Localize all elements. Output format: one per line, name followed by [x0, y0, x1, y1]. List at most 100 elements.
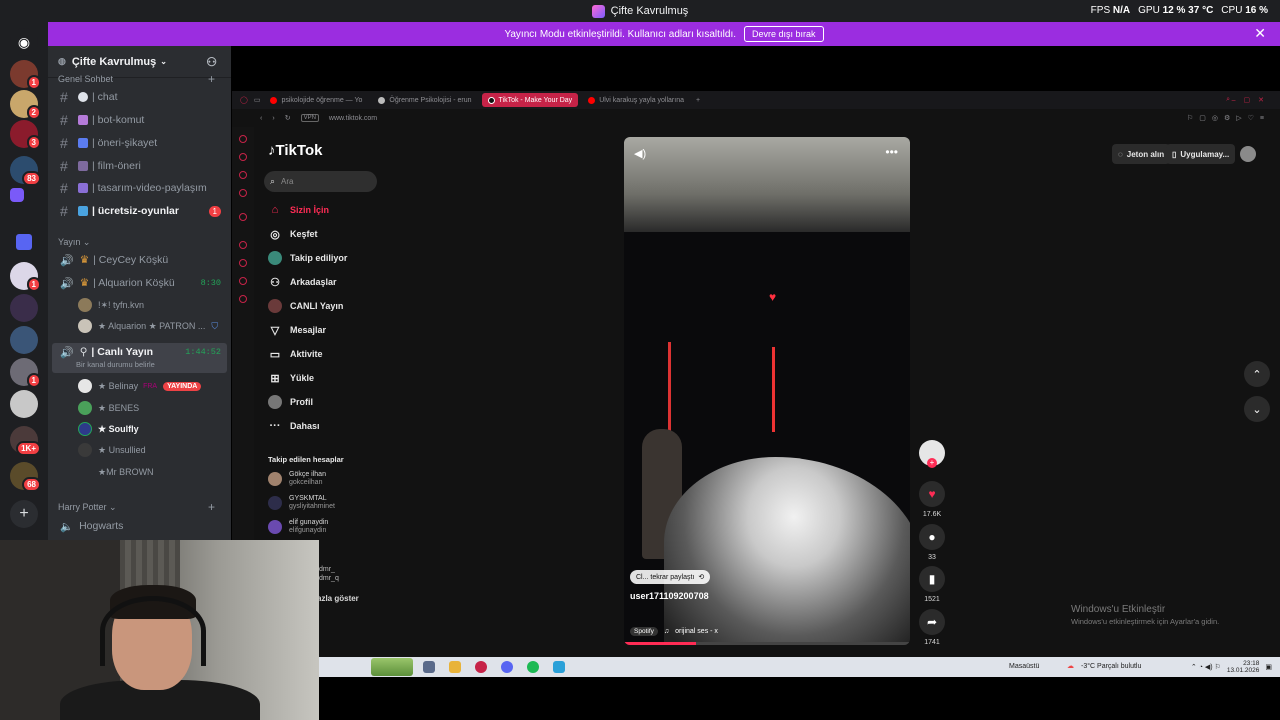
- nav-for-you[interactable]: ⌂ Sizin İçin: [268, 200, 329, 220]
- nav-more[interactable]: ··· Dahası: [268, 416, 320, 436]
- server-icon[interactable]: 3: [10, 120, 41, 150]
- browser-tab[interactable]: Ulvi karakuş yayla yollarına: [582, 93, 690, 107]
- channel-oneri-sikayet[interactable]: # | öneri-şikayet: [52, 133, 227, 153]
- following-account[interactable]: elif gunaydin elifgunaydin: [268, 516, 328, 538]
- more-options-icon[interactable]: •••: [885, 145, 898, 159]
- invite-icon[interactable]: ⚇: [206, 55, 217, 69]
- sidebar-app-icon[interactable]: [239, 277, 247, 285]
- taskbar-thumbnail[interactable]: [371, 658, 413, 676]
- video-author[interactable]: user171109200708: [630, 591, 709, 601]
- previous-video-button[interactable]: ⌃: [1244, 361, 1270, 387]
- server-icon[interactable]: 1: [10, 358, 41, 388]
- channel-status[interactable]: Bir kanal durumu belirle: [76, 360, 155, 369]
- account-name-partial[interactable]: dmr_: [319, 566, 335, 573]
- comment-button[interactable]: ● 33: [919, 524, 945, 561]
- add-channel-icon[interactable]: +: [208, 72, 215, 86]
- search-icon[interactable]: ⌕: [1226, 96, 1230, 104]
- nav-following[interactable]: Takip ediliyor: [268, 248, 347, 268]
- follow-plus-icon[interactable]: +: [927, 458, 937, 468]
- next-video-button[interactable]: ⌄: [1244, 396, 1270, 422]
- voice-channel-alquarion[interactable]: 🔊 ♛ | Alquarion Köşkü 8:30: [52, 273, 227, 293]
- tray-icons[interactable]: ⌃ ◔ ◀) ⚐: [1191, 663, 1221, 671]
- disable-streamer-mode-button[interactable]: Devre dışı bırak: [744, 26, 824, 42]
- channel-film-oneri[interactable]: # | film-öneri: [52, 156, 227, 176]
- voice-user[interactable]: ★ BENES: [78, 399, 139, 417]
- like-button[interactable]: ♥ 17.6K: [919, 481, 945, 518]
- voice-user[interactable]: ★ Alquarion ★ PATRON ... ⛉: [78, 317, 218, 335]
- repost-chip[interactable]: Cl... tekrar paylaştı ⟲: [630, 570, 711, 584]
- voice-user[interactable]: ★ Soulfly: [78, 420, 139, 438]
- browser-tab[interactable]: Öğrenme Psikolojisi - erun: [372, 93, 477, 107]
- channel-ucretsiz-oyunlar[interactable]: # | ücretsiz-oyunlar 1: [52, 201, 227, 221]
- bookmark-button[interactable]: ▮ 1521: [919, 566, 945, 603]
- nav-friends[interactable]: ⚇ Arkadaşlar: [268, 272, 336, 292]
- get-app-button[interactable]: ▯ Uygulamay...: [1166, 144, 1236, 164]
- voice-user[interactable]: ★ Unsullied: [78, 441, 146, 459]
- reload-icon[interactable]: ↻: [285, 114, 291, 122]
- video-music[interactable]: Spotify ♫ orijinal ses - x: [630, 627, 718, 636]
- notification-icon[interactable]: ▣: [1265, 663, 1272, 671]
- get-coins-button[interactable]: ◌ Jeton alın: [1112, 144, 1171, 164]
- opera-icon[interactable]: [475, 661, 487, 673]
- sidebar-app-icon[interactable]: [239, 259, 247, 267]
- server-folder-icon[interactable]: [10, 188, 24, 202]
- weather-text[interactable]: -3°C Parçalı bulutlu: [1081, 663, 1141, 670]
- window-controls[interactable]: –▢✕: [1232, 96, 1272, 104]
- server-folder-icon[interactable]: 1K+: [10, 426, 41, 456]
- add-channel-icon[interactable]: +: [208, 500, 215, 514]
- sidebar-app-icon[interactable]: [239, 295, 247, 303]
- nav-messages[interactable]: ▽ Mesajlar: [268, 320, 326, 340]
- category-header[interactable]: Genel Sohbet +: [58, 72, 215, 86]
- share-button[interactable]: ➦ 1741: [919, 609, 945, 646]
- spotify-icon[interactable]: [527, 661, 539, 673]
- clock[interactable]: 23:18 13.01.2026: [1227, 660, 1260, 674]
- volume-icon[interactable]: ◀): [634, 147, 646, 160]
- task-view-icon[interactable]: [423, 661, 435, 673]
- voice-user[interactable]: ★Mr BROWN: [98, 463, 154, 481]
- new-tab-icon[interactable]: +: [696, 97, 700, 104]
- browser-tab-active[interactable]: TikTok - Make Your Day: [481, 93, 579, 107]
- server-icon[interactable]: 2: [10, 90, 41, 120]
- server-folder-icon[interactable]: 68: [10, 462, 41, 492]
- video-player[interactable]: ◀) ••• ♥ Cl... tekrar paylaştı ⟲ user1711…: [624, 137, 910, 645]
- folder-icon[interactable]: [16, 234, 32, 250]
- show-more-link[interactable]: azla göster: [317, 594, 359, 603]
- browser-toolbar-icons[interactable]: ⚐▢◎⚙▷♡≡: [1187, 114, 1270, 122]
- channel-chat[interactable]: # | chat: [52, 87, 227, 107]
- category-header[interactable]: Harry Potter ⌄ +: [58, 500, 215, 514]
- voice-channel-ceycey[interactable]: 🔊 ♛ | CeyCey Köşkü: [52, 250, 227, 270]
- search-input[interactable]: ⌕ Ara: [264, 171, 377, 192]
- browser-tab[interactable]: psikolojide öğrenme — Yo: [264, 93, 368, 107]
- server-icon[interactable]: [10, 390, 38, 418]
- account-handle-partial[interactable]: dmr_q: [319, 575, 339, 582]
- nav-profile[interactable]: Profil: [268, 392, 313, 412]
- forward-icon[interactable]: ›: [272, 115, 274, 122]
- nav-upload[interactable]: ⊞ Yükle: [268, 368, 314, 388]
- video-progress[interactable]: [624, 642, 910, 645]
- server-icon[interactable]: 83: [10, 156, 41, 186]
- app-icon[interactable]: [553, 661, 565, 673]
- url-field[interactable]: www.tiktok.com: [329, 115, 377, 122]
- category-header[interactable]: Yayın ⌄: [58, 237, 90, 248]
- following-account[interactable]: GYSKMTAL gysliyitahminet: [268, 492, 335, 514]
- nav-live[interactable]: CANLI Yayın: [268, 296, 343, 316]
- channel-bot-komut[interactable]: # | bot-komut: [52, 110, 227, 130]
- file-explorer-icon[interactable]: [449, 661, 461, 673]
- sidebar-app-icon[interactable]: [239, 241, 247, 249]
- profile-avatar[interactable]: [1240, 146, 1256, 162]
- channel-tasarim-video[interactable]: # | tasarım-video-paylaşım: [52, 178, 227, 198]
- author-avatar-button[interactable]: +: [919, 440, 945, 480]
- vpn-badge[interactable]: VPN: [300, 114, 319, 122]
- sidebar-app-icon[interactable]: [239, 189, 247, 197]
- close-icon[interactable]: ✕: [1254, 25, 1266, 42]
- sidebar-app-icon[interactable]: [239, 171, 247, 179]
- server-icon[interactable]: 1: [10, 262, 41, 292]
- voice-user[interactable]: !✶! tyfn.kvn: [78, 296, 144, 314]
- nav-activity[interactable]: ▭ Aktivite: [268, 344, 323, 364]
- tiktok-logo[interactable]: ♪TikTok: [268, 142, 322, 159]
- server-icon[interactable]: 1: [10, 60, 41, 90]
- sidebar-app-icon[interactable]: [239, 153, 247, 161]
- voice-user[interactable]: ★ Belinay FRA YAYINDA: [78, 377, 202, 395]
- server-icon[interactable]: [10, 326, 38, 354]
- back-icon[interactable]: ‹: [260, 115, 262, 122]
